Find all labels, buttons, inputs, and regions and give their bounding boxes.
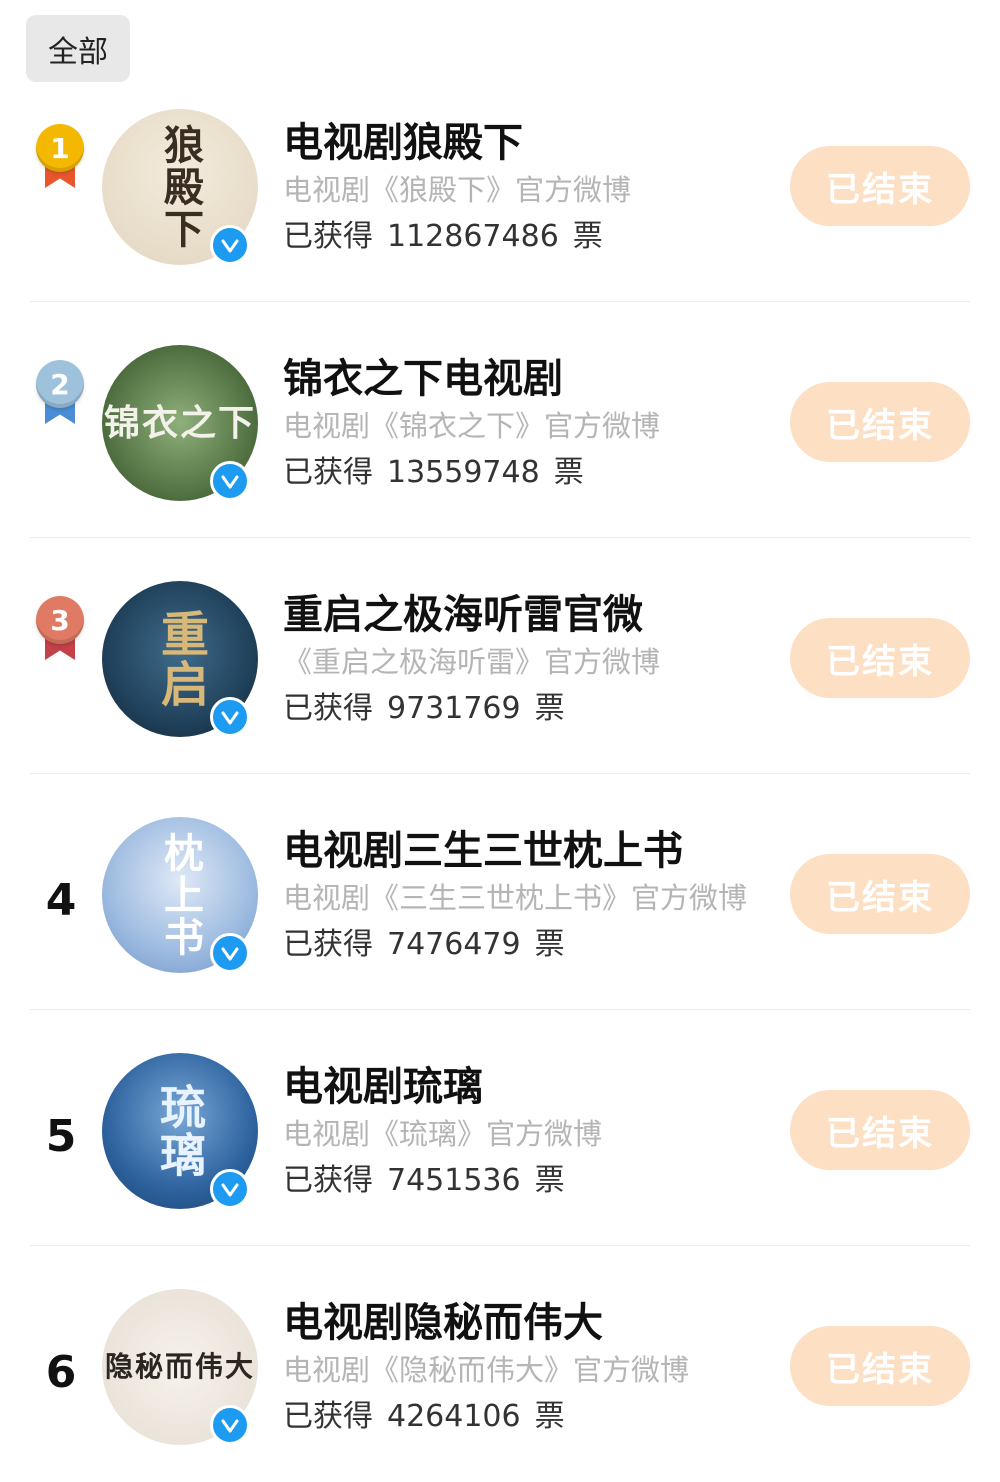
account-description: 电视剧《狼殿下》官方微博: [283, 173, 632, 207]
gold-medal-icon: 1: [35, 124, 87, 190]
verified-icon: [210, 1405, 250, 1445]
account-name[interactable]: 电视剧隐秘而伟大: [283, 1298, 603, 1348]
ended-button[interactable]: 已结束: [790, 854, 970, 934]
account-description: 电视剧《锦衣之下》官方微博: [283, 409, 661, 443]
ended-button[interactable]: 已结束: [790, 1090, 970, 1170]
bronze-medal-icon: 3: [35, 596, 87, 662]
avatar[interactable]: 琉璃: [102, 1053, 258, 1209]
list-item[interactable]: 6 隐秘而伟大 电视剧隐秘而伟大 电视剧《隐秘而伟大》官方微博 已获得 42641…: [0, 1246, 1000, 1482]
account-name[interactable]: 重启之极海听雷官微: [283, 590, 643, 640]
vote-count: 已获得 9731769 票: [283, 691, 565, 726]
list-item[interactable]: 5 琉璃 电视剧琉璃 电视剧《琉璃》官方微博 已获得 7451536 票 已结束: [0, 1010, 1000, 1246]
account-description: 《重启之极海听雷》官方微博: [283, 645, 661, 679]
ended-button[interactable]: 已结束: [790, 618, 970, 698]
vote-count: 已获得 112867486 票: [283, 219, 603, 254]
verified-icon: [210, 225, 250, 265]
list-item[interactable]: 1 狼殿下 电视剧狼殿下 电视剧《狼殿下》官方微博 已获得 112867486 票 …: [0, 66, 1000, 302]
avatar[interactable]: 隐秘而伟大: [102, 1289, 258, 1445]
account-description: 电视剧《三生三世枕上书》官方微博: [283, 881, 748, 915]
ended-button[interactable]: 已结束: [790, 1326, 970, 1406]
rank-number: 6: [45, 1347, 77, 1398]
vote-count: 已获得 4264106 票: [283, 1399, 565, 1434]
account-name[interactable]: 电视剧琉璃: [283, 1062, 483, 1112]
verified-icon: [210, 1169, 250, 1209]
avatar[interactable]: 重启: [102, 581, 258, 737]
account-description: 电视剧《隐秘而伟大》官方微博: [283, 1353, 690, 1387]
avatar[interactable]: 枕上书: [102, 817, 258, 973]
account-name[interactable]: 电视剧狼殿下: [283, 118, 523, 168]
account-name[interactable]: 电视剧三生三世枕上书: [283, 826, 683, 876]
list-item[interactable]: 2 锦衣之下 锦衣之下电视剧 电视剧《锦衣之下》官方微博 已获得 13559748…: [0, 302, 1000, 538]
account-description: 电视剧《琉璃》官方微博: [283, 1117, 603, 1151]
list-item[interactable]: 4 枕上书 电视剧三生三世枕上书 电视剧《三生三世枕上书》官方微博 已获得 747…: [0, 774, 1000, 1010]
verified-icon: [210, 933, 250, 973]
vote-count: 已获得 13559748 票: [283, 455, 584, 490]
rank-number: 5: [45, 1111, 77, 1162]
avatar[interactable]: 锦衣之下: [102, 345, 258, 501]
avatar[interactable]: 狼殿下: [102, 109, 258, 265]
vote-count: 已获得 7476479 票: [283, 927, 565, 962]
silver-medal-icon: 2: [35, 360, 87, 426]
ended-button[interactable]: 已结束: [790, 146, 970, 226]
rank-number: 4: [45, 875, 77, 926]
ended-button[interactable]: 已结束: [790, 382, 970, 462]
account-name[interactable]: 锦衣之下电视剧: [283, 354, 563, 404]
vote-count: 已获得 7451536 票: [283, 1163, 565, 1198]
verified-icon: [210, 461, 250, 501]
verified-icon: [210, 697, 250, 737]
list-item[interactable]: 3 重启 重启之极海听雷官微 《重启之极海听雷》官方微博 已获得 9731769 票…: [0, 538, 1000, 774]
